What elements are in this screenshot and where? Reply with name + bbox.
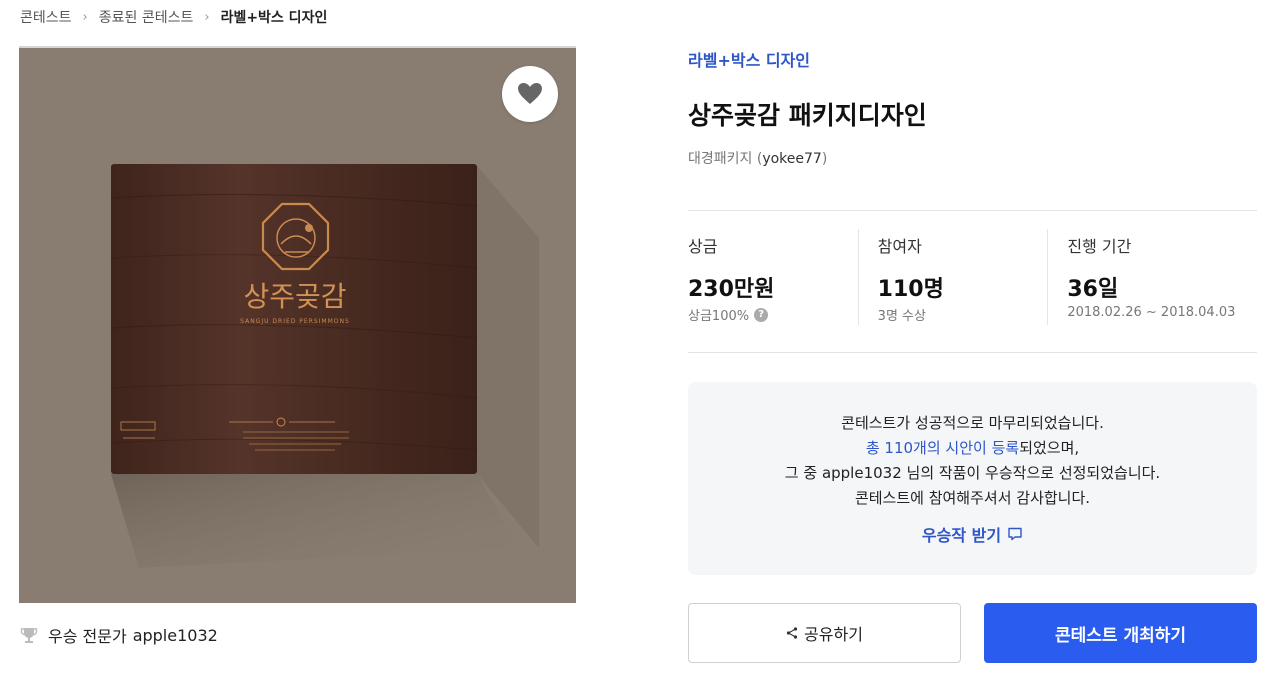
notice-line-2-rest: 되었으며, bbox=[1019, 439, 1080, 457]
winner-label: 우승 전문가 bbox=[48, 627, 127, 646]
notice-line-3-rest: 님의 작품이 우승작으로 선정되었습니다. bbox=[901, 464, 1161, 482]
prize-ratio: 상금100% bbox=[688, 309, 750, 324]
contest-title: 상주곶감 패키지디자인 bbox=[688, 101, 927, 130]
host-id[interactable]: yokee77 bbox=[762, 151, 822, 167]
contest-host: 대경패키지 (yokee77) bbox=[688, 151, 828, 167]
trophy-icon bbox=[20, 626, 38, 644]
stat-period: 진행 기간 36일 2018.02.26 ~ 2018.04.03 bbox=[1047, 211, 1257, 352]
stat-prize-label: 상금 bbox=[688, 237, 718, 256]
winner-name[interactable]: apple1032 bbox=[133, 626, 218, 645]
stat-participants-label: 참여자 bbox=[877, 237, 922, 256]
receive-label: 우승작 받기 bbox=[921, 526, 1002, 545]
notice-winner-name: apple1032 bbox=[821, 464, 902, 482]
share-icon bbox=[786, 627, 798, 639]
stat-prize-value: 230만원 bbox=[688, 277, 775, 302]
product-title-text: 상주곶감 bbox=[243, 280, 346, 313]
breadcrumb-contests[interactable]: 콘테스트 bbox=[20, 7, 72, 27]
winning-design-image[interactable]: 상주곶감 SANGJU DRIED PERSIMMONS bbox=[19, 46, 576, 603]
stat-period-sub: 2018.02.26 ~ 2018.04.03 bbox=[1067, 305, 1236, 320]
heart-icon bbox=[518, 83, 542, 104]
comment-icon bbox=[1007, 526, 1023, 542]
notice-line-4: 콘테스트에 참여해주셔서 감사합니다. bbox=[854, 489, 1091, 507]
receive-winning-work-button[interactable]: 우승작 받기 bbox=[688, 522, 1257, 546]
host-name: 대경패키지 bbox=[688, 151, 753, 167]
product-box-illustration: 상주곶감 SANGJU DRIED PERSIMMONS bbox=[110, 164, 539, 568]
submission-count-link[interactable]: 총 110개의 시안이 등록 bbox=[866, 439, 1019, 457]
winner-info: 우승 전문가 apple1032 bbox=[20, 622, 218, 648]
breadcrumb-current: 라벨+박스 디자인 bbox=[220, 10, 328, 26]
stat-participants-sub: 3명 수상 bbox=[877, 309, 926, 324]
stat-participants-value: 110명 bbox=[877, 277, 944, 302]
share-button[interactable]: 공유하기 bbox=[688, 603, 961, 663]
notice-line-2: 총 110개의 시안이 등록되었으며, bbox=[688, 437, 1257, 458]
share-label: 공유하기 bbox=[804, 625, 863, 644]
stat-participants: 참여자 110명 3명 수상 bbox=[857, 211, 1068, 352]
breadcrumb-ended-contests[interactable]: 종료된 콘테스트 bbox=[99, 7, 194, 27]
stat-period-value: 36일 bbox=[1067, 277, 1119, 302]
help-icon[interactable]: ? bbox=[754, 307, 769, 322]
breadcrumb: 콘테스트 › 종료된 콘테스트 › 라벨+박스 디자인 bbox=[20, 6, 327, 28]
product-subtitle-text: SANGJU DRIED PERSIMMONS bbox=[240, 318, 350, 325]
contest-result-notice: 콘테스트가 성공적으로 마무리되었습니다. 총 110개의 시안이 등록되었으며… bbox=[688, 382, 1257, 575]
contest-stats: 상금 230만원 상금100% ? 참여자 110명 3명 수상 진행 기간 3… bbox=[688, 210, 1257, 353]
chevron-right-icon: › bbox=[82, 9, 88, 25]
notice-line-1: 콘테스트가 성공적으로 마무리되었습니다. bbox=[841, 414, 1104, 432]
contest-category[interactable]: 라벨+박스 디자인 bbox=[688, 47, 810, 71]
stat-period-label: 진행 기간 bbox=[1067, 237, 1132, 256]
notice-line-3-prefix: 그 중 bbox=[784, 464, 822, 482]
chevron-right-icon: › bbox=[204, 9, 210, 25]
like-button[interactable] bbox=[502, 66, 558, 122]
stat-prize-sub: 상금100% ? bbox=[688, 305, 769, 324]
notice-line-3: 그 중 apple1032 님의 작품이 우승작으로 선정되었습니다. bbox=[688, 462, 1257, 483]
host-contest-button[interactable]: 콘테스트 개최하기 bbox=[984, 603, 1257, 663]
stat-prize: 상금 230만원 상금100% ? bbox=[688, 211, 878, 352]
